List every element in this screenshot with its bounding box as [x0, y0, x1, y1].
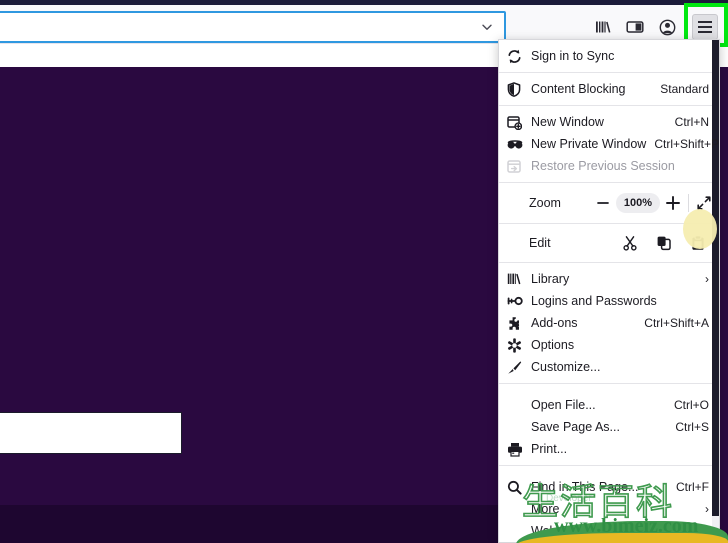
menu-item-shortcut: Ctrl+S [675, 420, 709, 434]
shield-icon [507, 81, 529, 97]
zoom-divider [688, 194, 689, 212]
restore-session-icon [507, 158, 529, 174]
chevron-right-icon: › [705, 502, 709, 516]
edit-label: Edit [529, 236, 551, 250]
hamburger-menu-icon[interactable] [692, 14, 718, 40]
menu-item-label: Save Page As... [531, 420, 620, 434]
menu-item-shortcut: Ctrl+F [676, 480, 709, 494]
menu-item-label: Open File... [531, 398, 596, 412]
new-window-icon [507, 114, 529, 130]
cut-icon[interactable] [613, 230, 647, 256]
menu-item-options[interactable]: Options [499, 334, 719, 356]
zoom-in-icon[interactable] [660, 190, 686, 216]
menu-item-label: New Private Window [531, 137, 647, 151]
library-icon[interactable] [588, 12, 618, 42]
menu-item-content-blocking[interactable]: Content Blocking Standard [499, 78, 719, 100]
chevron-right-icon: › [705, 272, 709, 286]
zoom-controls-row: Zoom 100% [499, 188, 719, 218]
menu-item-print[interactable]: Print... [499, 438, 719, 460]
addons-icon [507, 315, 529, 331]
menu-item-label: Add-ons [531, 316, 578, 330]
key-icon [507, 293, 529, 309]
menu-separator [499, 72, 719, 73]
menu-item-find-in-this-page[interactable]: Find in This Page... Ctrl+F [499, 476, 719, 498]
menu-item-label: Print... [531, 442, 568, 456]
zoom-level-value[interactable]: 100% [616, 193, 660, 213]
menu-separator [499, 465, 719, 466]
account-icon[interactable] [652, 12, 682, 42]
library-icon [507, 271, 529, 287]
no-icon [507, 501, 529, 517]
menu-item-library[interactable]: Library › [499, 268, 719, 290]
cursor-highlight-blob [683, 209, 717, 249]
menu-item-open-file[interactable]: Open File... Ctrl+O [499, 394, 719, 416]
menu-item-sign-in-to-sync[interactable]: Sign in to Sync [499, 45, 719, 67]
menu-item-label: Content Blocking [531, 82, 626, 96]
menu-item-shortcut: Ctrl+O [673, 398, 709, 412]
menu-item-label: Restore Previous Session [531, 159, 675, 173]
menu-item-label: New Window [531, 115, 604, 129]
sidebar-icon[interactable] [620, 12, 650, 42]
menu-item-label: Sign in to Sync [531, 49, 615, 63]
menu-item-more[interactable]: More › [499, 498, 719, 520]
zoom-out-icon[interactable] [590, 190, 616, 216]
menu-separator [499, 182, 719, 183]
private-window-icon [507, 136, 529, 152]
menu-item-shortcut: Ctrl+Shift+A [644, 316, 709, 330]
menu-item-save-page-as[interactable]: Save Page As... Ctrl+S [499, 416, 719, 438]
no-icon [507, 419, 529, 435]
menu-item-web-developer[interactable]: Web Developer › [499, 520, 719, 542]
search-icon [507, 479, 529, 495]
menu-item-label: Logins and Passwords [531, 294, 657, 308]
menu-item-customize[interactable]: Customize... [499, 356, 719, 378]
menu-item-logins-and-passwords[interactable]: Logins and Passwords [499, 290, 719, 312]
browser-window: Sign in to Sync Content Blocking Standar… [0, 0, 728, 543]
menu-item-label: Options [531, 338, 575, 352]
no-icon [507, 397, 529, 413]
page-white-panel [0, 412, 182, 454]
menu-item-restore-previous-session[interactable]: Restore Previous Session [499, 155, 719, 177]
menu-item-label: Library [531, 272, 570, 286]
menu-item-label: More [531, 502, 560, 516]
application-menu-panel: Sign in to Sync Content Blocking Standar… [498, 39, 720, 543]
no-icon [507, 523, 529, 539]
menu-item-value: Standard [660, 82, 709, 96]
brush-icon [507, 359, 529, 375]
chevron-right-icon: › [705, 524, 709, 538]
chevron-down-icon[interactable] [476, 16, 498, 38]
menu-item-label: Web Developer [531, 524, 617, 538]
url-bar[interactable] [0, 11, 506, 43]
menu-separator [499, 262, 719, 263]
copy-icon[interactable] [647, 230, 681, 256]
menu-item-shortcut: Ctrl+Shift+P [654, 137, 720, 151]
sync-icon [507, 48, 529, 64]
menu-item-shortcut: Ctrl+N [674, 115, 709, 129]
menu-item-new-private-window[interactable]: New Private Window Ctrl+Shift+P [499, 133, 719, 155]
zoom-label: Zoom [529, 196, 561, 210]
menu-separator [499, 383, 719, 384]
menu-separator [499, 105, 719, 106]
menu-item-label: Find in This Page... [531, 480, 639, 494]
menu-item-new-window[interactable]: New Window Ctrl+N [499, 111, 719, 133]
gear-icon [507, 337, 529, 353]
menu-item-label: Customize... [531, 360, 601, 374]
printer-icon [507, 441, 529, 457]
menu-item-add-ons[interactable]: Add-ons Ctrl+Shift+A [499, 312, 719, 334]
